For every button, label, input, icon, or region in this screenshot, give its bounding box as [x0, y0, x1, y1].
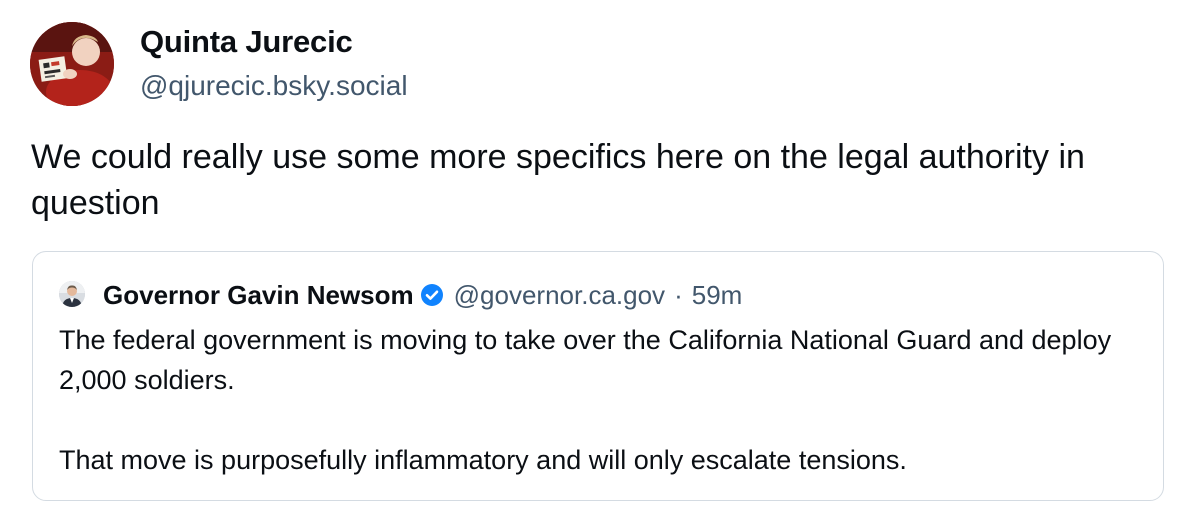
- quoted-post-paragraph: That move is purposefully inflammatory a…: [59, 445, 907, 475]
- child-reading-avatar-icon: [30, 22, 114, 106]
- quoted-post-card[interactable]: Governor Gavin Newsom @governor.ca.gov ·…: [32, 251, 1164, 501]
- quoted-post-header: Governor Gavin Newsom @governor.ca.gov ·…: [103, 280, 742, 310]
- author-handle[interactable]: @qjurecic.bsky.social: [140, 70, 408, 102]
- quoted-author-avatar[interactable]: [59, 281, 85, 307]
- author-avatar[interactable]: [30, 22, 114, 106]
- quoted-author-display-name[interactable]: Governor Gavin Newsom: [103, 280, 414, 311]
- separator-dot: ·: [674, 279, 683, 310]
- quoted-author-handle[interactable]: @governor.ca.gov: [454, 280, 665, 311]
- portrait-avatar-icon: [59, 281, 85, 307]
- quoted-post-text: The federal government is moving to take…: [59, 320, 1149, 480]
- post: Quinta Jurecic @qjurecic.bsky.social We …: [0, 0, 1184, 532]
- author-display-name[interactable]: Quinta Jurecic: [140, 24, 353, 60]
- verified-badge-icon[interactable]: [420, 283, 444, 307]
- quoted-post-timestamp[interactable]: 59m: [692, 280, 743, 311]
- quoted-post-paragraph: The federal government is moving to take…: [59, 325, 1112, 395]
- post-text: We could really use some more specifics …: [31, 138, 1085, 222]
